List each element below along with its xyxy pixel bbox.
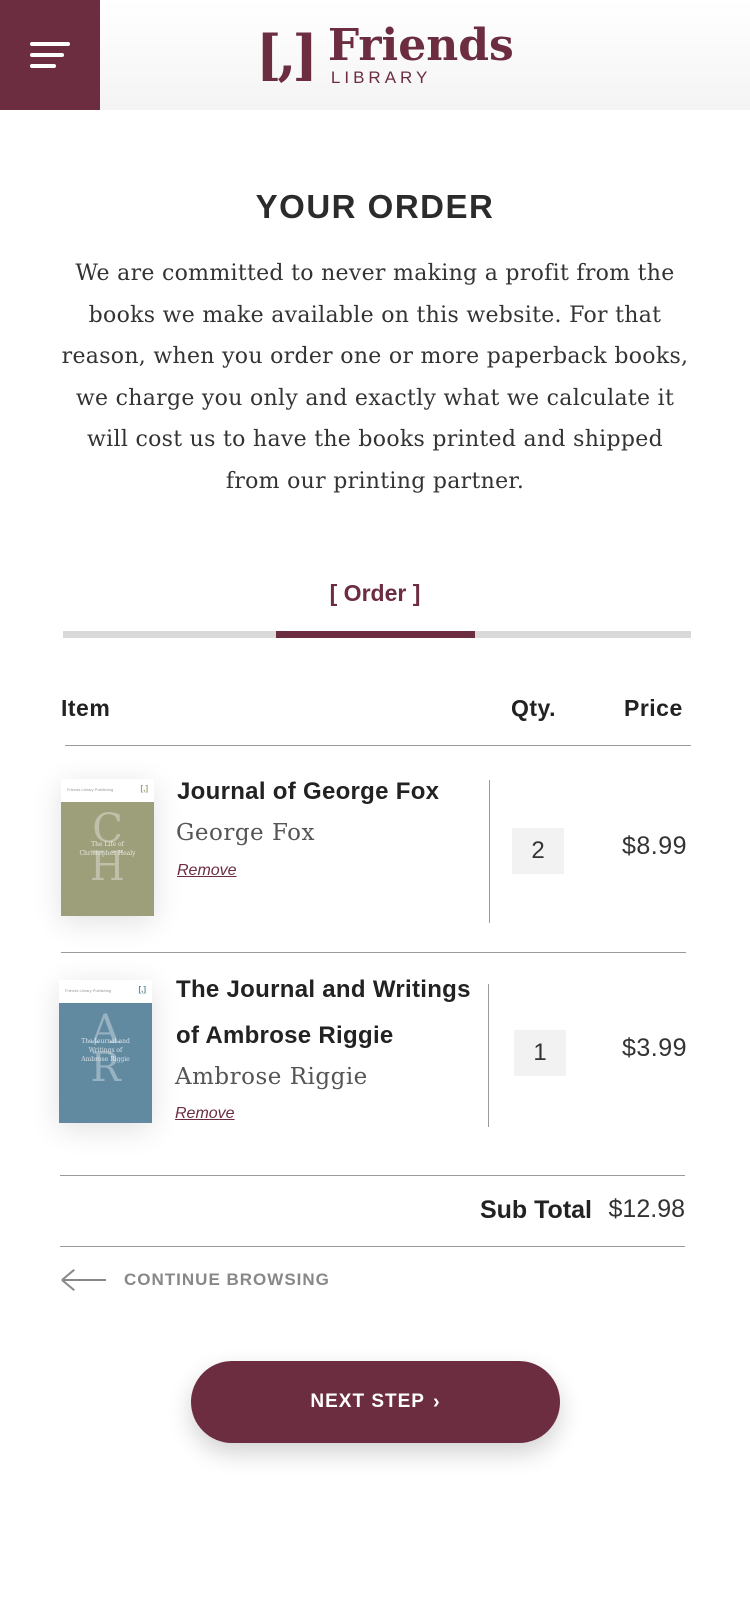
row-divider bbox=[61, 952, 686, 953]
logo-text: Friends LIBRARY bbox=[328, 22, 514, 88]
hamburger-line bbox=[30, 53, 64, 57]
item-title-line[interactable]: of Ambrose Riggie bbox=[176, 1013, 394, 1059]
hamburger-menu-icon bbox=[30, 42, 70, 46]
cover-header: Friends Library Publishing [,] bbox=[59, 980, 152, 1003]
intro-paragraph: We are committed to never making a profi… bbox=[61, 261, 689, 494]
cover-logo-icon: [,] bbox=[140, 784, 148, 793]
subtotal-label: Sub Total bbox=[479, 1196, 592, 1224]
item-divider bbox=[488, 984, 489, 1127]
remove-link[interactable]: Remove bbox=[177, 862, 237, 880]
item-divider bbox=[489, 780, 490, 923]
step-progress-bar bbox=[63, 631, 691, 638]
item-author: Ambrose Riggie bbox=[175, 1064, 368, 1090]
column-header-item: Item bbox=[61, 695, 111, 721]
column-header-qty: Qty. bbox=[511, 695, 557, 721]
cover-header: Friends Library Publishing [,] bbox=[61, 779, 154, 802]
page-title: YOUR ORDER bbox=[255, 188, 495, 225]
item-price: $3.99 bbox=[621, 1034, 687, 1062]
quantity-field[interactable]: 2 bbox=[512, 828, 564, 874]
current-step-label: [ Order ] bbox=[329, 580, 421, 606]
quantity-field[interactable]: 1 bbox=[514, 1030, 566, 1076]
arrow-head bbox=[61, 1279, 75, 1292]
column-header-price: Price bbox=[624, 695, 683, 721]
subtotal-divider bbox=[60, 1246, 685, 1247]
next-step-button[interactable]: NEXT STEP › bbox=[191, 1361, 560, 1443]
next-step-label: NEXT STEP bbox=[310, 1391, 425, 1412]
site-header: [,] Friends LIBRARY bbox=[0, 0, 750, 110]
cover-title-text: The Life of Christopher Healy bbox=[79, 841, 136, 857]
cover-publisher: Friends Library Publishing bbox=[67, 787, 114, 792]
cover-publisher: Friends Library Publishing bbox=[65, 988, 112, 993]
header-divider bbox=[65, 745, 691, 746]
row-divider bbox=[60, 1175, 685, 1176]
menu-button[interactable] bbox=[0, 0, 100, 110]
logo-word: Friends bbox=[327, 20, 514, 71]
continue-browsing-label: CONTINUE BROWSING bbox=[124, 1270, 330, 1289]
book-cover[interactable]: Friends Library Publishing [,] AR The Jo… bbox=[59, 980, 152, 1123]
arrow-shaft bbox=[64, 1279, 106, 1281]
step-progress-active bbox=[276, 631, 475, 638]
continue-browsing-link[interactable]: CONTINUE BROWSING bbox=[60, 1268, 330, 1292]
site-logo[interactable]: [,] Friends LIBRARY bbox=[256, 22, 514, 92]
hamburger-line bbox=[30, 64, 56, 68]
subtotal-value: $12.98 bbox=[608, 1195, 685, 1223]
remove-link[interactable]: Remove bbox=[175, 1105, 235, 1123]
cover-title-text: The Journal and Writings of Ambrose Riggie bbox=[81, 1038, 130, 1063]
logo-bracket-mark: [,] bbox=[256, 23, 318, 87]
logo-subtitle: LIBRARY bbox=[330, 68, 432, 87]
arrow-left-icon bbox=[60, 1268, 108, 1292]
cover-logo-icon: [,] bbox=[138, 985, 146, 994]
item-price: $8.99 bbox=[621, 832, 687, 860]
item-author: George Fox bbox=[176, 820, 315, 846]
cover-art: AR The Journal and Writings of Ambrose Rig… bbox=[59, 1003, 152, 1123]
item-title[interactable]: Journal of George Fox bbox=[177, 769, 439, 815]
chevron-right-icon: › bbox=[432, 1390, 441, 1413]
item-title-line[interactable]: The Journal and Writings bbox=[176, 967, 471, 1013]
cover-art: CH The Life of Christopher Healy bbox=[61, 802, 154, 916]
book-cover[interactable]: Friends Library Publishing [,] CH The Li… bbox=[61, 779, 154, 916]
